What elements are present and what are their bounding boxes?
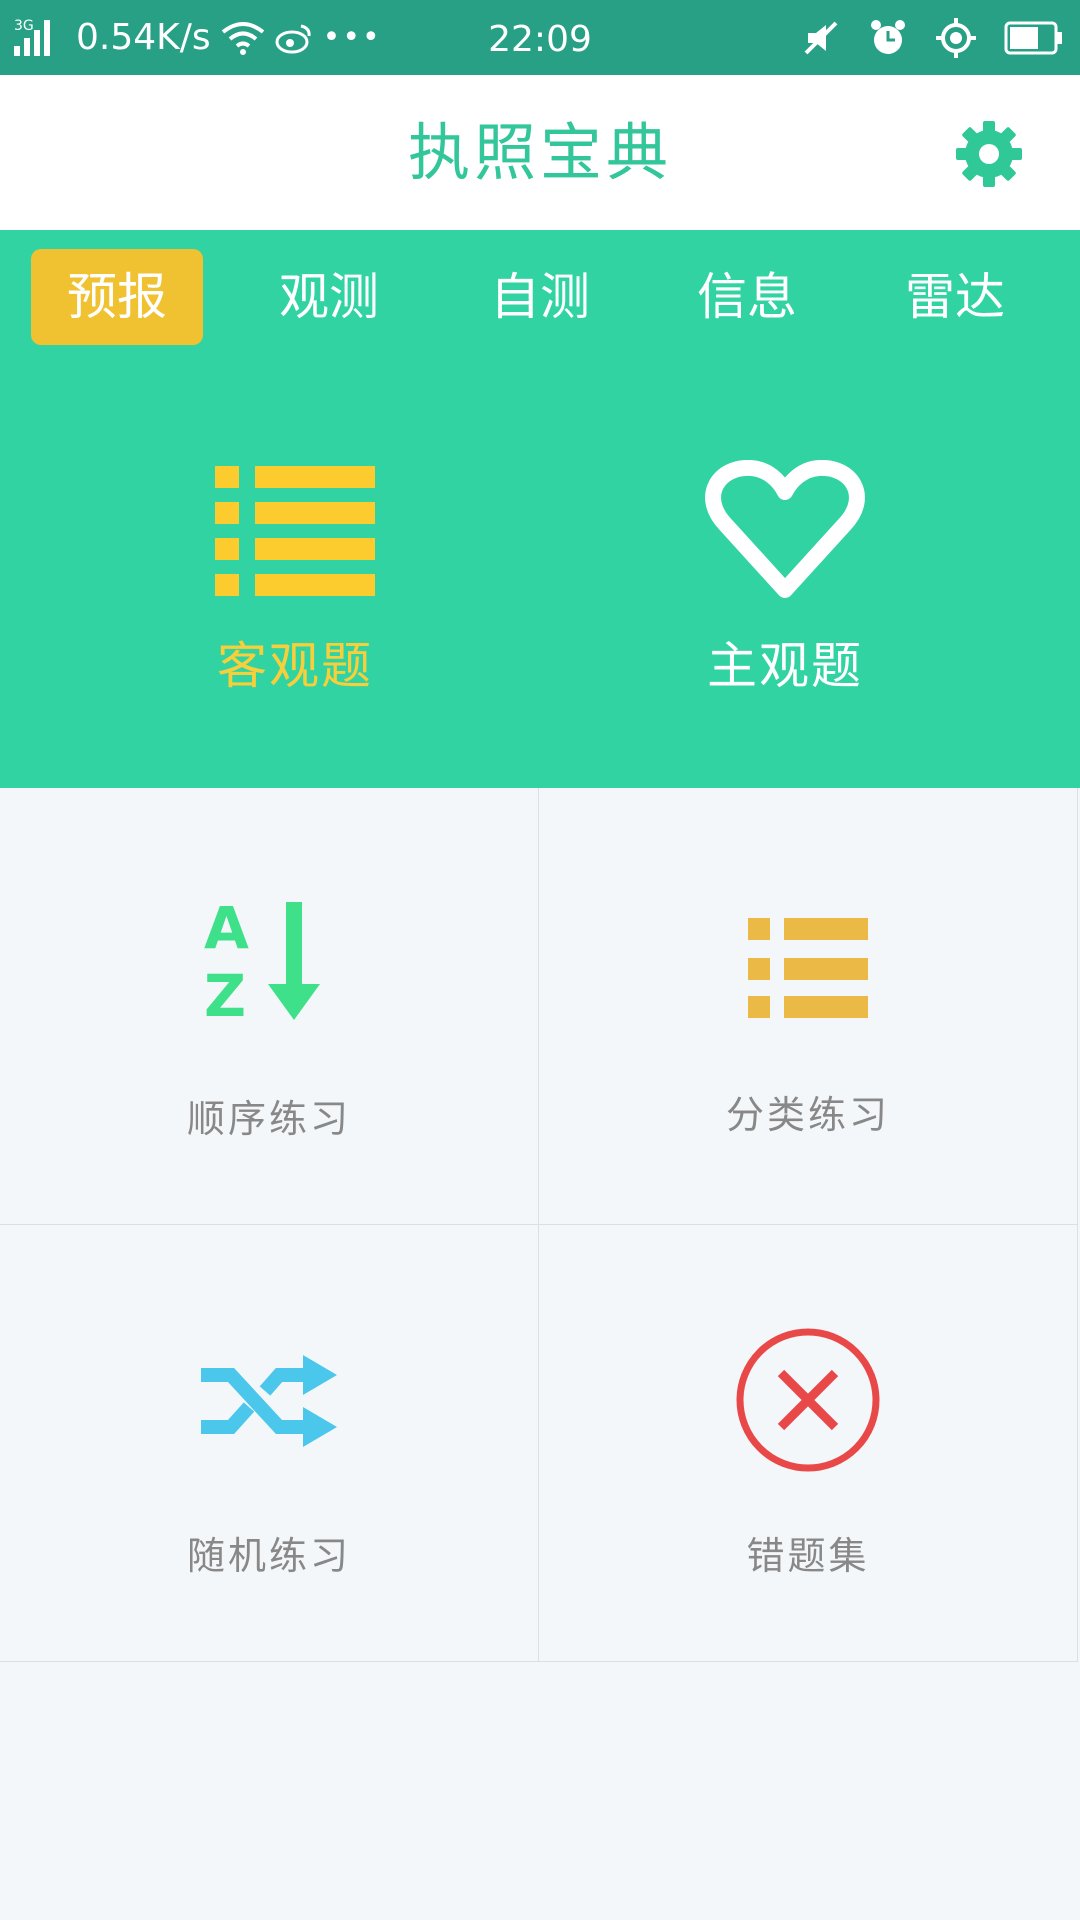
settings-gear-icon[interactable] bbox=[954, 119, 1024, 189]
objective-label: 客观题 bbox=[217, 637, 373, 695]
random-practice-button[interactable]: 随机练习 bbox=[0, 1225, 539, 1662]
status-bar: 3G 0.54K/s ••• 22:09 bbox=[0, 0, 1080, 75]
sort-az-icon: A Z bbox=[204, 898, 320, 1028]
tab-radar[interactable]: 雷达 bbox=[869, 249, 1041, 345]
sequential-practice-button[interactable]: A Z 顺序练习 bbox=[0, 788, 539, 1225]
wrong-x-icon bbox=[736, 1328, 880, 1472]
tab-self-test[interactable]: 自测 bbox=[454, 249, 626, 345]
wrong-questions-button[interactable]: 错题集 bbox=[539, 1225, 1078, 1662]
svg-text:A: A bbox=[204, 898, 249, 962]
alarm-icon bbox=[871, 19, 905, 54]
subjective-label: 主观题 bbox=[707, 637, 863, 695]
hero-panel: 预报 观测 自测 信息 雷达 客观题 主观题 bbox=[0, 230, 1080, 788]
status-right bbox=[802, 0, 1064, 75]
sequential-practice-label: 顺序练习 bbox=[186, 1097, 351, 1141]
category-practice-button[interactable]: 分类练习 bbox=[539, 788, 1078, 1225]
random-practice-label: 随机练习 bbox=[186, 1534, 351, 1578]
tab-info[interactable]: 信息 bbox=[661, 249, 833, 345]
svg-text:Z: Z bbox=[204, 962, 246, 1028]
objective-questions-button[interactable]: 客观题 bbox=[25, 460, 565, 698]
tab-forecast[interactable]: 预报 bbox=[31, 249, 203, 345]
battery-icon bbox=[1004, 21, 1062, 54]
practice-grid: A Z 顺序练习 分类练习 随机练习 错题集 bbox=[0, 788, 1080, 1664]
subjective-questions-button[interactable]: 主观题 bbox=[515, 460, 1055, 698]
app-header: 执照宝典 bbox=[0, 75, 1080, 230]
tab-observation[interactable]: 观测 bbox=[243, 249, 415, 345]
list-icon bbox=[215, 466, 375, 596]
heart-icon bbox=[705, 460, 865, 598]
shuffle-icon bbox=[201, 1355, 337, 1447]
mute-icon bbox=[804, 21, 838, 54]
list-icon bbox=[748, 918, 868, 1018]
location-icon bbox=[936, 17, 976, 58]
category-practice-label: 分类练习 bbox=[725, 1093, 890, 1137]
page-title: 执照宝典 bbox=[407, 116, 672, 189]
wrong-questions-label: 错题集 bbox=[746, 1534, 870, 1578]
tab-bar: 预报 观测 自测 信息 雷达 bbox=[0, 249, 1080, 345]
